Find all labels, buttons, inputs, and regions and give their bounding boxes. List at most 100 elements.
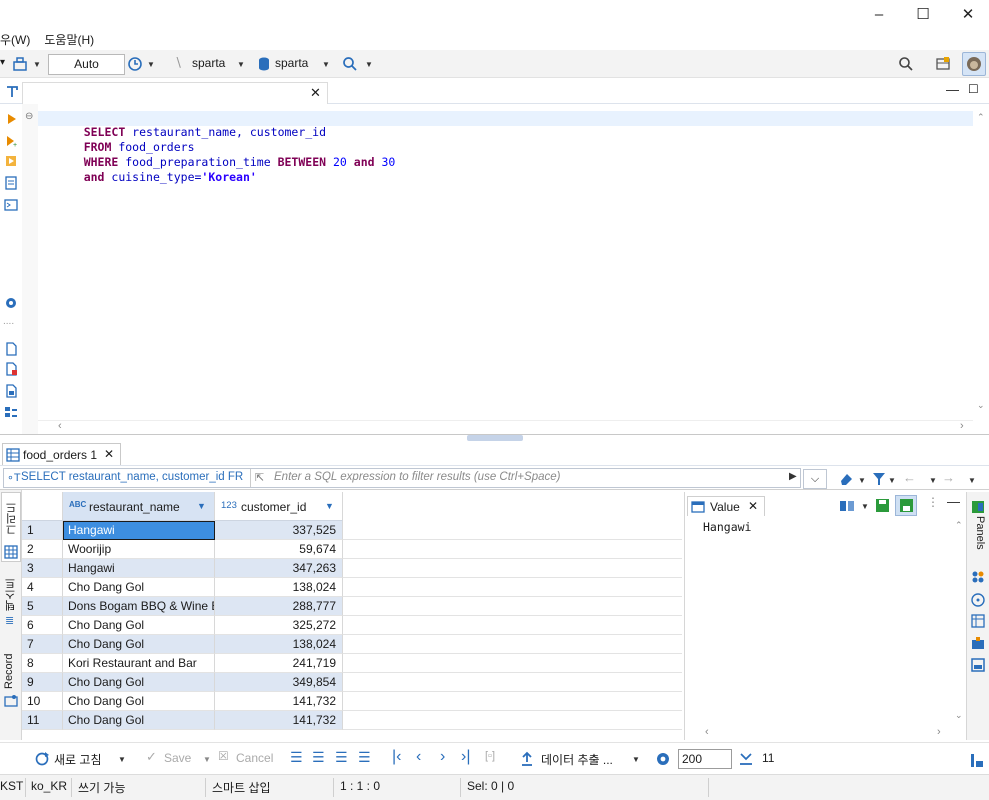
filter-input[interactable]: ∘T SELECT restaurant_name, customer_id F…: [3, 468, 801, 488]
cell-customer-id[interactable]: 59,674: [215, 540, 343, 559]
datasource-label[interactable]: sparta: [192, 56, 225, 70]
row-number[interactable]: 8: [22, 654, 63, 673]
value-content[interactable]: Hangawi: [703, 520, 953, 725]
first-page-icon[interactable]: |‹: [392, 748, 401, 766]
scroll-left-icon[interactable]: ‹: [58, 420, 62, 432]
cancel-button[interactable]: Cancel: [236, 751, 273, 765]
sort-arrow-icon[interactable]: ▼: [325, 501, 334, 511]
edit-row-icon[interactable]: ☰: [290, 749, 303, 766]
cell-restaurant-name[interactable]: Cho Dang Gol: [63, 692, 215, 711]
open-script-icon[interactable]: [4, 362, 18, 376]
grid-view-tab[interactable]: 그리드: [1, 492, 21, 562]
apply-filter-icon[interactable]: ▶: [789, 471, 797, 482]
outline-icon[interactable]: [4, 406, 18, 420]
fetch-page-icon[interactable]: [▫]: [485, 750, 495, 762]
save-value-icon[interactable]: [875, 498, 890, 513]
dropdown-arrow-icon[interactable]: ▼: [365, 60, 373, 69]
previous-page-icon[interactable]: ‹: [416, 748, 421, 766]
add-row-icon[interactable]: ☰: [312, 749, 325, 766]
aggregate-icon[interactable]: [971, 570, 985, 584]
grouping-icon[interactable]: [971, 614, 985, 628]
sql-editor[interactable]: SELECT restaurant_name, customer_id FROM…: [38, 104, 973, 420]
table-row[interactable]: 6 Cho Dang Gol 325,272: [22, 616, 682, 635]
row-number[interactable]: 2: [22, 540, 63, 559]
console-icon[interactable]: [4, 198, 18, 212]
close-tab-icon[interactable]: ✕: [310, 85, 321, 101]
minimize-view-icon[interactable]: —: [946, 82, 959, 97]
cell-restaurant-name[interactable]: Cho Dang Gol: [63, 711, 215, 730]
export-icon[interactable]: [520, 751, 534, 767]
close-results-tab-icon[interactable]: ✕: [104, 447, 114, 461]
dropdown-arrow-icon[interactable]: ▼: [322, 60, 330, 69]
text-view-tab[interactable]: 텍스트 ≣: [1, 570, 21, 632]
close-value-tab-icon[interactable]: ✕: [748, 499, 758, 513]
row-number[interactable]: 5: [22, 597, 63, 616]
cell-restaurant-name[interactable]: Cho Dang Gol: [63, 673, 215, 692]
panels-label[interactable]: Panels: [970, 516, 986, 560]
scroll-up-icon[interactable]: ⌃: [977, 112, 985, 123]
new-script-icon[interactable]: [4, 342, 18, 356]
execute-script-icon[interactable]: [4, 154, 18, 168]
cell-restaurant-name[interactable]: Kori Restaurant and Bar: [63, 654, 215, 673]
execute-new-tab-icon[interactable]: +: [4, 134, 18, 148]
save-script-icon[interactable]: [4, 384, 18, 398]
menu-help[interactable]: 도움말(H): [44, 31, 94, 48]
cell-customer-id[interactable]: 288,777: [215, 597, 343, 616]
cell-restaurant-name[interactable]: Cho Dang Gol: [63, 635, 215, 654]
back-arrow-icon[interactable]: ←: [903, 470, 916, 485]
references-icon[interactable]: [971, 658, 985, 672]
cell-restaurant-name[interactable]: Cho Dang Gol: [63, 578, 215, 597]
row-number[interactable]: 1: [22, 521, 63, 540]
cell-customer-id[interactable]: 138,024: [215, 635, 343, 654]
forward-arrow-icon[interactable]: →: [942, 470, 955, 485]
dropdown-arrow-icon[interactable]: ▼: [888, 476, 896, 485]
table-row[interactable]: 9 Cho Dang Gol 349,854: [22, 673, 682, 692]
fold-collapse-icon[interactable]: ⊖: [25, 111, 33, 122]
sql-editor-icon[interactable]: [12, 56, 28, 72]
cell-customer-id[interactable]: 347,263: [215, 559, 343, 578]
close-window-button[interactable]: ✕: [945, 0, 989, 28]
search-icon[interactable]: [342, 56, 358, 72]
more-options-icon[interactable]: ⋮: [927, 495, 939, 509]
row-number[interactable]: 9: [22, 673, 63, 692]
scroll-right-icon[interactable]: ›: [960, 420, 964, 432]
row-number-header[interactable]: [22, 492, 63, 521]
table-row[interactable]: 5 Dons Bogam BBQ & Wine B 288,777: [22, 597, 682, 616]
editor-tab[interactable]: ✕: [22, 82, 328, 104]
dropdown-arrow-icon[interactable]: ▼: [632, 755, 640, 764]
scroll-down-icon[interactable]: ⌄: [955, 710, 963, 721]
content-viewer-icon[interactable]: [839, 499, 855, 513]
dropdown-arrow-icon[interactable]: ▼: [237, 60, 245, 69]
splitter-handle[interactable]: [467, 435, 523, 441]
results-grid[interactable]: ABC restaurant_name ▼ 123 customer_id ▼ …: [22, 492, 682, 740]
cell-customer-id[interactable]: 241,719: [215, 654, 343, 673]
execute-statement-icon[interactable]: [4, 112, 18, 126]
row-number[interactable]: 6: [22, 616, 63, 635]
dropdown-arrow-icon[interactable]: ▼: [929, 476, 937, 485]
refresh-icon[interactable]: [34, 751, 50, 767]
record-view-tab[interactable]: Record: [1, 648, 21, 710]
table-row[interactable]: 8 Kori Restaurant and Bar 241,719: [22, 654, 682, 673]
calc-icon[interactable]: [971, 593, 985, 607]
dropdown-arrow-icon[interactable]: ▼: [968, 476, 976, 485]
row-number[interactable]: 3: [22, 559, 63, 578]
cell-restaurant-name[interactable]: Hangawi: [63, 559, 215, 578]
filter-funnel-icon[interactable]: [872, 471, 886, 487]
cell-restaurant-name[interactable]: Cho Dang Gol: [63, 616, 215, 635]
table-row[interactable]: 11 Cho Dang Gol 141,732: [22, 711, 682, 730]
maximize-view-icon[interactable]: ☐: [968, 82, 979, 96]
row-number[interactable]: 4: [22, 578, 63, 597]
dbeaver-perspective-button[interactable]: [962, 52, 986, 76]
global-search-icon[interactable]: [898, 56, 914, 72]
refresh-button[interactable]: 새로 고침: [54, 751, 102, 768]
copy-row-icon[interactable]: ☰: [335, 749, 348, 766]
editor-horizontal-scrollbar[interactable]: ‹ ›: [38, 420, 973, 434]
settings-gear-icon[interactable]: [4, 296, 18, 310]
results-tab[interactable]: food_orders 1 ✕: [2, 443, 121, 465]
table-row[interactable]: 4 Cho Dang Gol 138,024: [22, 578, 682, 597]
column-header-restaurant-name[interactable]: ABC restaurant_name ▼: [63, 492, 215, 521]
minimize-panel-icon[interactable]: —: [947, 494, 960, 509]
save-button[interactable]: Save: [164, 751, 191, 765]
column-header-customer-id[interactable]: 123 customer_id ▼: [215, 492, 343, 521]
maximize-button[interactable]: ☐: [900, 0, 946, 28]
